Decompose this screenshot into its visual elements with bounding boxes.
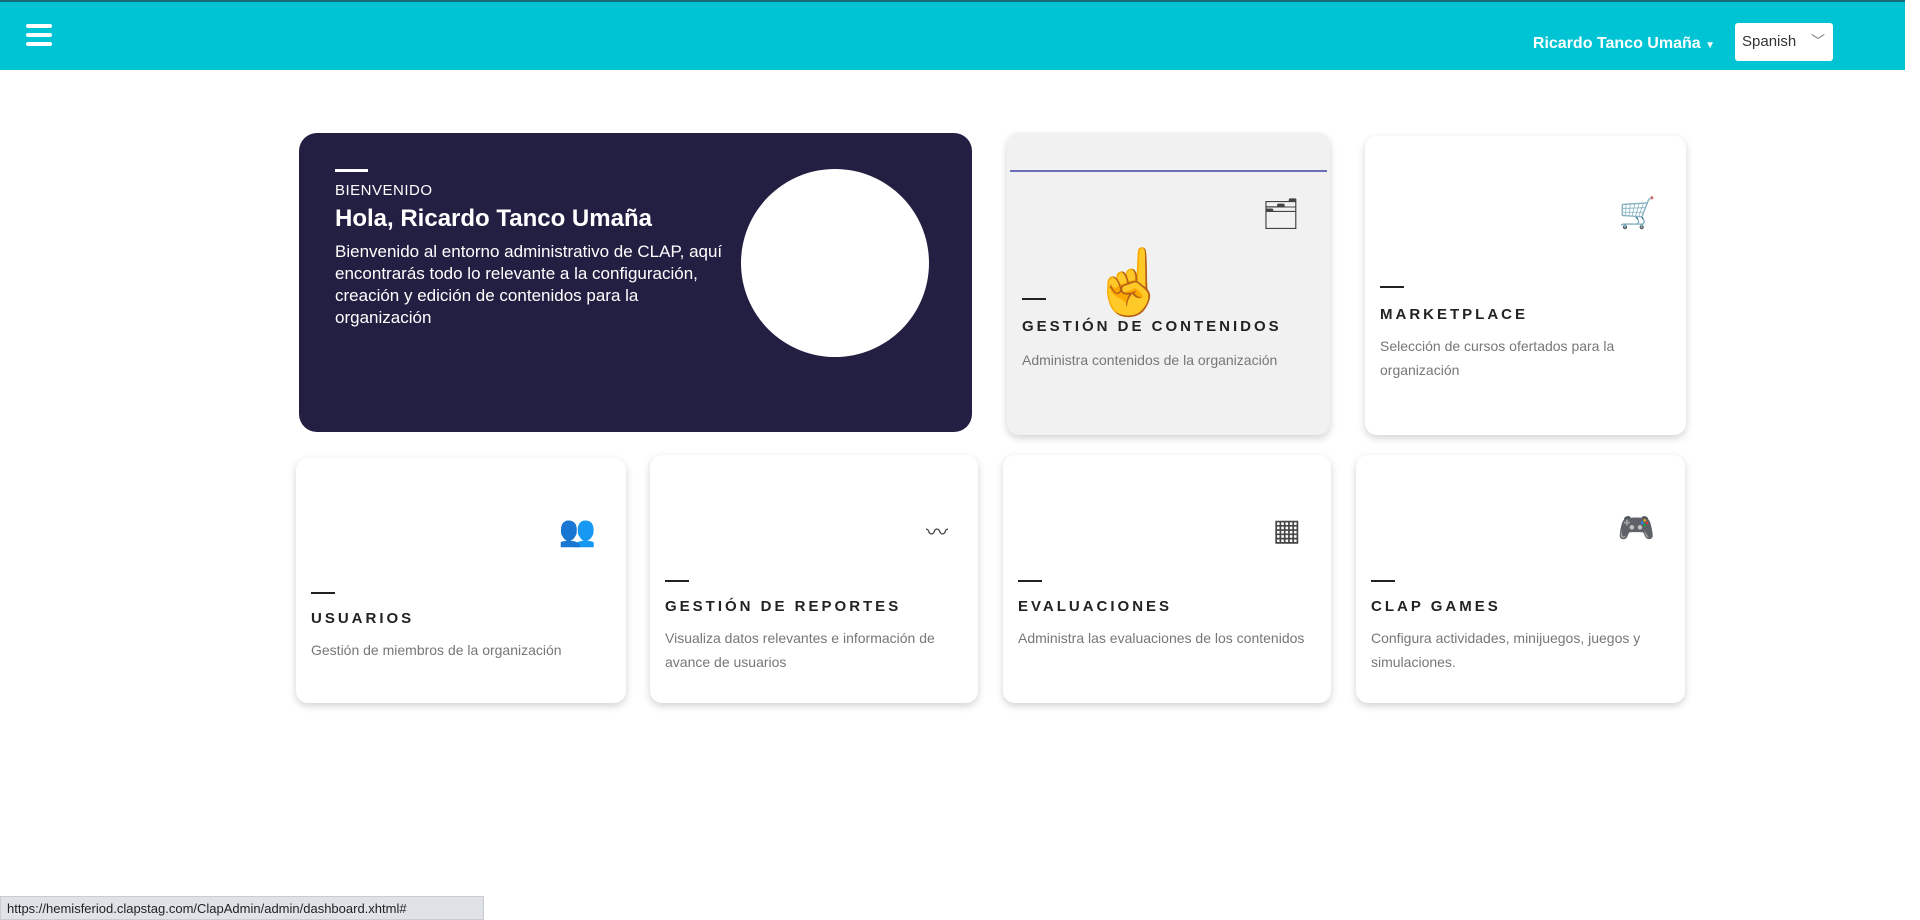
card-title: CLAP GAMES [1371,598,1501,615]
avatar [741,169,929,357]
language-select[interactable]: Spanish ﹀ [1735,23,1833,61]
scrollbar[interactable] [1905,70,1920,920]
divider [311,592,335,594]
divider [335,169,368,172]
card-gestion-reportes[interactable]: 〰 GESTIÓN DE REPORTES Visualiza datos re… [650,455,978,703]
card-description: Administra las evaluaciones de los conte… [1018,630,1305,646]
hand-pointer-icon: ☝ [1090,246,1170,318]
card-evaluaciones[interactable]: ▦ EVALUACIONES Administra las evaluacion… [1003,455,1331,703]
evaluation-icon: ▦ [1272,514,1301,547]
user-name: Ricardo Tanco Umaña [1532,35,1701,52]
folder-icon: 🗂 [1261,198,1300,231]
gamepad-icon: 🎮 [1617,512,1655,545]
card-title: GESTIÓN DE REPORTES [665,598,902,615]
card-title: MARKETPLACE [1380,306,1528,323]
divider [1022,298,1046,300]
welcome-card: BIENVENIDO Hola, Ricardo Tanco Umaña Bie… [299,133,972,432]
card-usuarios[interactable]: 👥 USUARIOS Gestión de miembros de la org… [296,458,626,703]
welcome-message: Bienvenido al entorno administrativo de … [335,242,723,327]
card-marketplace[interactable]: 🛒 MARKETPLACE Selección de cursos oferta… [1365,136,1686,435]
card-title: USUARIOS [311,610,415,627]
chevron-down-icon: ﹀ [1811,33,1825,49]
card-description: Visualiza datos relevantes e información… [665,630,935,670]
top-bar: Ricardo Tanco Umaña ▼ Spanish ﹀ [0,0,1905,70]
divider [1010,170,1327,172]
cart-icon: 🛒 [1618,197,1656,230]
menu-icon[interactable] [26,24,52,46]
divider [1380,286,1404,288]
card-description: Administra contenidos de la organización [1022,352,1278,368]
card-title: EVALUACIONES [1018,598,1173,615]
user-menu[interactable]: Ricardo Tanco Umaña ▼ [1533,35,1715,53]
card-description: Configura actividades, minijuegos, juego… [1371,630,1641,670]
caret-down-icon: ▼ [1705,40,1715,51]
card-clap-games[interactable]: 🎮 CLAP GAMES Configura actividades, mini… [1356,455,1685,703]
card-description: Selección de cursos ofertados para la or… [1380,338,1615,378]
divider [1371,580,1395,582]
users-icon: 👥 [558,515,596,548]
card-description: Gestión de miembros de la organización [311,642,562,658]
chart-icon: 〰 [925,520,948,545]
language-value: Spanish [1742,33,1797,50]
status-url: https://hemisferiod.clapstag.com/ClapAdm… [0,896,484,920]
divider [665,580,689,582]
card-title: GESTIÓN DE CONTENIDOS [1022,318,1282,335]
divider [1018,580,1042,582]
